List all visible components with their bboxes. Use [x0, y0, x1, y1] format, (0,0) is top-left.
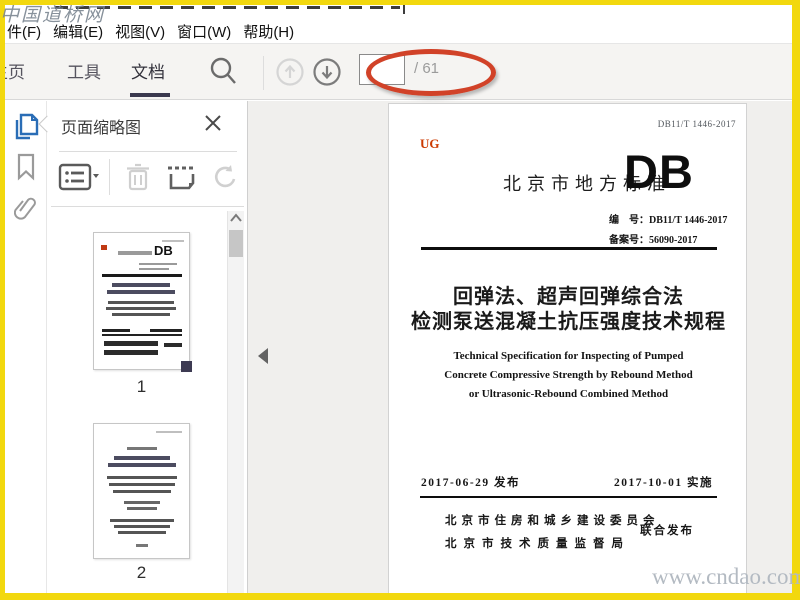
thumbnail-options-dropdown[interactable]: [58, 163, 100, 191]
text-line-bar: [162, 240, 184, 242]
text-line-bar: [118, 531, 166, 534]
content-area: 页面缩略图 DB 1 2 DB11/T 1446-2017 UG 北京市地方标准…: [5, 101, 792, 593]
menu-bar: 件(F) 编辑(E) 视图(V) 窗口(W) 帮助(H): [5, 19, 785, 43]
watermark-top-left: 中国道桥网: [0, 4, 106, 26]
text-line-bar: [113, 490, 171, 493]
next-page-button[interactable]: [312, 57, 342, 87]
text-line-bar: [110, 519, 174, 522]
tab-document[interactable]: 文档: [131, 58, 165, 83]
thumbnails-panel: 页面缩略图 DB 1 2: [47, 101, 248, 593]
split-pages-icon[interactable]: [165, 161, 197, 193]
text-line-bar: [127, 507, 157, 510]
thumbnail-page-1-label: 1: [136, 377, 147, 396]
text-line-bar: [107, 476, 177, 479]
frame-border: [792, 0, 800, 600]
attachments-icon[interactable]: [14, 195, 38, 221]
title-line-bar: [114, 456, 170, 460]
previous-page-button[interactable]: [275, 57, 305, 87]
divider-bar: [102, 334, 182, 336]
toolbar-divider: [263, 56, 264, 90]
frame-border: [0, 0, 800, 5]
thumbnail-page-2-label: 2: [136, 563, 147, 582]
title-line-bar: [108, 463, 176, 467]
text-line-bar: [108, 301, 174, 304]
text-line-bar: [136, 544, 148, 547]
text-line-bar: [127, 447, 157, 450]
text-line-bar: [139, 268, 169, 270]
text-line-bar: [106, 307, 176, 310]
doc-header-code: DB11/T 1446-2017: [657, 119, 736, 129]
panel-divider: [51, 206, 244, 207]
date-line-bar: [102, 329, 130, 332]
menu-help[interactable]: 帮助(H): [237, 19, 300, 44]
doc-db-logo: DB: [624, 145, 694, 198]
text-line-bar: [156, 431, 182, 433]
doc-title-en-line3: or Ultrasonic-Rebound Combined Method: [468, 388, 669, 400]
text-line-bar: [109, 483, 175, 486]
app-window: 件(F) 编辑(E) 视图(V) 窗口(W) 帮助(H) 主页 工具 文档: [0, 0, 800, 600]
publisher-line-bar: [164, 343, 182, 347]
active-tab-underline: [130, 93, 170, 97]
doc-rule: [420, 496, 717, 498]
navigation-icon-strip: [5, 101, 47, 593]
thumbnail-selection-handle[interactable]: [181, 361, 192, 372]
tab-tools[interactable]: 工具: [67, 58, 101, 83]
page-thumbnails-icon[interactable]: [13, 111, 41, 141]
thumbnail-page-1[interactable]: DB: [93, 232, 192, 372]
window-title-caret: [403, 5, 405, 14]
frame-border: [0, 593, 800, 600]
document-viewer: DB11/T 1446-2017 UG 北京市地方标准 DB 编 号：DB11/…: [248, 101, 792, 593]
rotate-page-icon: [210, 163, 240, 191]
panel-tool-divider: [109, 159, 110, 195]
document-page: DB11/T 1446-2017 UG 北京市地方标准 DB 编 号：DB11/…: [388, 103, 747, 593]
delete-page-icon: [124, 162, 152, 192]
divider-bar: [102, 274, 182, 277]
doc-number-line: 编 号：DB11/T 1446-2017: [609, 215, 728, 226]
title-line-bar: [107, 290, 175, 294]
frame-border: [0, 0, 5, 600]
panel-title: 页面缩略图: [61, 120, 142, 137]
thumb-ug-mark: [101, 245, 107, 250]
doc-joint-release: 联合发布: [640, 525, 694, 537]
collapse-panel-arrow[interactable]: [258, 348, 268, 364]
text-line-bar: [112, 313, 170, 316]
text-line-bar: [114, 525, 170, 528]
scrollbar-thumb[interactable]: [229, 230, 243, 257]
panel-divider: [59, 151, 237, 152]
tab-home[interactable]: 主页: [5, 58, 25, 83]
doc-publisher-line2: 北京市技术质量监督局: [445, 538, 630, 550]
doc-implement-date: 2017-10-01 实施: [613, 477, 713, 489]
doc-title-en-line1: Technical Specification for Inspecting o…: [453, 350, 684, 362]
doc-issue-date: 2017-06-29 发布: [421, 477, 521, 489]
doc-rule: [421, 247, 717, 250]
doc-publisher-line1: 北京市住房和城乡建设委员会: [445, 515, 660, 527]
page-number-annotation-ellipse: [366, 49, 496, 96]
publisher-line-bar: [104, 341, 158, 346]
scrollbar-up-icon[interactable]: [230, 213, 242, 223]
publisher-line-bar: [104, 350, 158, 355]
watermark-bottom-right: www.cndao.com: [652, 564, 800, 589]
menu-view[interactable]: 视图(V): [109, 19, 171, 44]
thumbnails-scrollbar[interactable]: [227, 211, 244, 593]
menu-window[interactable]: 窗口(W): [171, 19, 237, 44]
close-panel-icon[interactable]: [202, 112, 224, 134]
text-line-bar: [139, 263, 177, 265]
text-line-bar: [124, 501, 160, 504]
doc-corner-mark: UG: [420, 136, 440, 151]
thumbnail-page-2[interactable]: [93, 423, 190, 559]
doc-record-line: 备案号：56090-2017: [609, 235, 698, 246]
date-line-bar: [150, 329, 182, 332]
doc-title-en-line2: Concrete Compressive Strength by Rebound…: [444, 369, 693, 381]
text-line-bar: [118, 251, 152, 255]
search-icon[interactable]: [208, 55, 238, 87]
title-line-bar: [112, 283, 170, 287]
window-title-clipped: [55, 6, 400, 9]
bookmarks-icon[interactable]: [16, 153, 36, 181]
title-bar: 件(F) 编辑(E) 视图(V) 窗口(W) 帮助(H): [5, 5, 792, 43]
doc-title-cn-line2: 检测泵送混凝土抗压强度技术规程: [411, 311, 726, 333]
thumb-db-logo: DB: [154, 243, 173, 258]
